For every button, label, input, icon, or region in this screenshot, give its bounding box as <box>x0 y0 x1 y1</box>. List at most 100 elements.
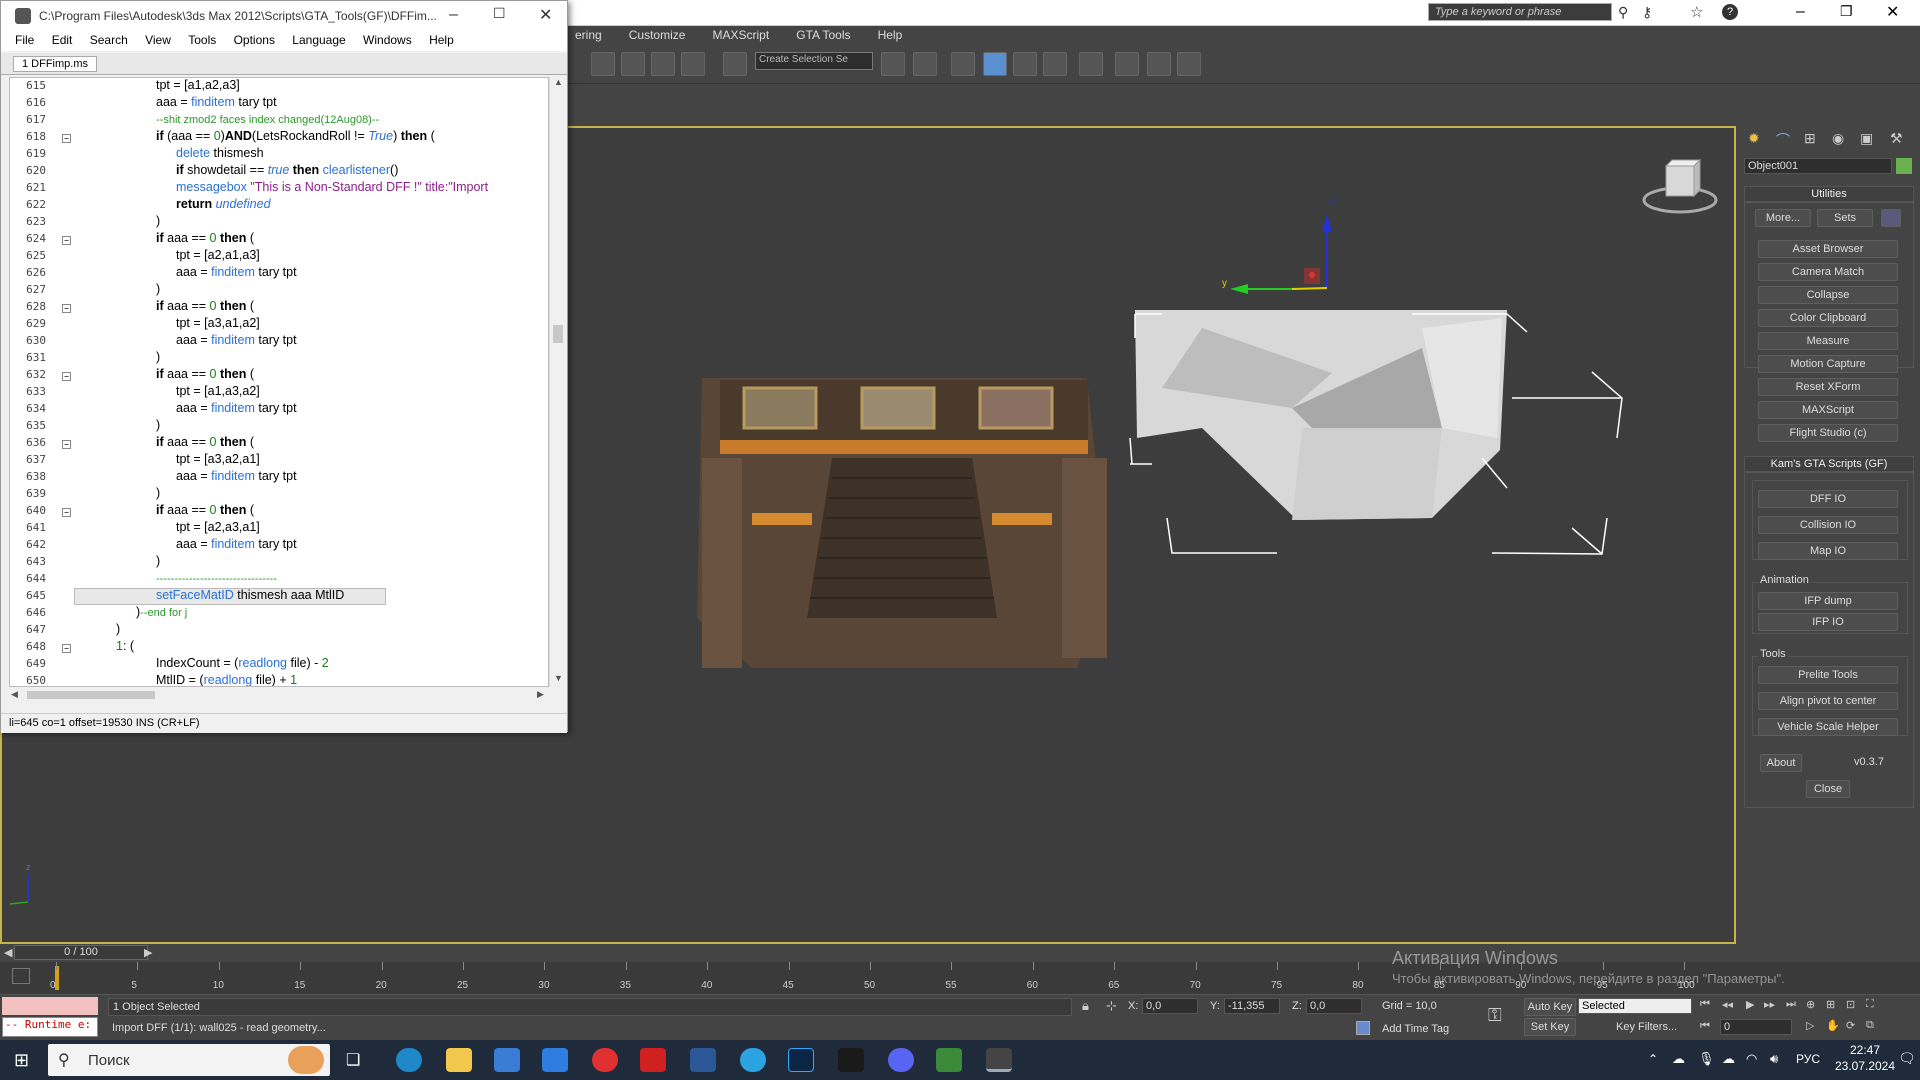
key-icon[interactable]: ⚷ <box>1642 4 1652 21</box>
rendered-frame-icon[interactable] <box>1147 52 1171 76</box>
motion-tab-icon[interactable]: ◉ <box>1832 130 1844 147</box>
mirror-icon[interactable] <box>881 52 905 76</box>
time-next-icon[interactable]: ▶ <box>144 946 152 959</box>
schematic-view-icon[interactable] <box>1043 52 1067 76</box>
code-area[interactable]: 615 616 617 618 619 620 621 622 623 624 625 626 627 6… <box>9 77 549 687</box>
key-mode-toggle-icon[interactable]: ⏮ <box>1700 1020 1710 1033</box>
key-filters-button[interactable]: Key Filters... <box>1616 1021 1677 1033</box>
vehicle-scale-helper-button[interactable]: Vehicle Scale Helper <box>1758 718 1898 736</box>
3ds-max-icon[interactable] <box>986 1048 1012 1072</box>
close-button[interactable]: Close <box>1806 780 1850 798</box>
layer-manager-icon[interactable] <box>951 52 975 76</box>
configure-sets-icon[interactable] <box>1881 209 1901 227</box>
file-explorer-icon[interactable] <box>446 1048 472 1072</box>
play-icon[interactable]: ▶ <box>1746 998 1754 1011</box>
color-clipboard-button[interactable]: Color Clipboard <box>1758 309 1898 327</box>
vertical-scroll-thumb[interactable] <box>553 325 563 343</box>
add-time-tag-icon[interactable] <box>1356 1021 1370 1035</box>
key-mode-icon[interactable]: ⚿ <box>1488 1005 1502 1026</box>
selection-set-dropdown[interactable]: Create Selection Se <box>755 52 873 70</box>
store-icon[interactable] <box>494 1048 520 1072</box>
editor-maximize-icon[interactable]: ☐ <box>493 5 506 22</box>
tray-cloud-icon[interactable]: ☁ <box>1672 1051 1685 1067</box>
search-box[interactable]: Type a keyword or phrase <box>1428 3 1612 21</box>
word-icon[interactable] <box>690 1048 716 1072</box>
hierarchy-tab-icon[interactable]: ⊞ <box>1804 130 1816 147</box>
discord-icon[interactable] <box>888 1048 914 1072</box>
editor-menu-tools[interactable]: Tools <box>181 31 223 49</box>
edge-icon[interactable] <box>396 1048 422 1072</box>
maxscript-mini-listener[interactable] <box>2 997 98 1015</box>
align-pivot-button[interactable]: Align pivot to center <box>1758 692 1898 710</box>
current-frame-field[interactable]: 0 <box>1720 1019 1792 1035</box>
absolute-mode-icon[interactable]: ⊹ <box>1106 998 1117 1014</box>
orbit-icon[interactable]: ⟳ <box>1846 1019 1855 1032</box>
fold-marker[interactable]: − <box>62 508 71 517</box>
ifp-io-button[interactable]: IFP IO <box>1758 613 1898 631</box>
yandex-icon[interactable] <box>640 1048 666 1072</box>
goto-start-icon[interactable]: ⏮ <box>1700 998 1710 1011</box>
collapse-button[interactable]: Collapse <box>1758 286 1898 304</box>
menu-help[interactable]: Help <box>866 26 915 44</box>
utilities-tab-icon[interactable]: ⚒ <box>1890 130 1903 147</box>
prev-frame-icon[interactable]: ◂◂ <box>1722 998 1733 1011</box>
pan-icon[interactable]: ✋ <box>1826 1019 1840 1032</box>
auto-key-button[interactable]: Auto Key <box>1524 998 1576 1016</box>
taskbar-search[interactable]: ⚲ Поиск <box>48 1044 330 1076</box>
tray-volume-icon[interactable]: 🔊︎ <box>1770 1051 1778 1067</box>
camera-match-button[interactable]: Camera Match <box>1758 263 1898 281</box>
tray-wifi-icon[interactable]: ◠ <box>1746 1051 1757 1067</box>
angle-snap-icon[interactable] <box>621 52 645 76</box>
field-of-view-icon[interactable]: ▷ <box>1806 1019 1814 1032</box>
runtime-error-field[interactable]: -- Runtime e: <box>2 1017 98 1037</box>
start-icon[interactable]: ⊞ <box>14 1050 29 1071</box>
notification-icon[interactable]: 🗨︎ <box>1898 1050 1916 1067</box>
maximize-icon[interactable]: ❐ <box>1840 3 1853 20</box>
zoom-extents-icon[interactable]: ⊡ <box>1846 998 1855 1011</box>
fold-marker[interactable]: − <box>62 236 71 245</box>
editor-minimize-icon[interactable]: – <box>449 6 458 24</box>
next-frame-icon[interactable]: ▸▸ <box>1764 998 1775 1011</box>
zoom-all-icon[interactable]: ⊞ <box>1826 998 1835 1011</box>
tray-language[interactable]: РУС <box>1796 1052 1820 1066</box>
edit-named-selection-icon[interactable] <box>723 52 747 76</box>
object-name-field[interactable]: Object001 <box>1744 158 1892 174</box>
maximize-toggle-icon[interactable]: ⧉ <box>1866 1019 1874 1032</box>
material-editor-icon[interactable] <box>1079 52 1103 76</box>
curve-editor-mini-icon[interactable] <box>12 968 30 984</box>
img-editor-icon[interactable] <box>936 1048 962 1072</box>
modify-tab-icon[interactable]: ⌒ <box>1776 130 1790 150</box>
object-color-swatch[interactable] <box>1896 158 1912 174</box>
graphite-ribbon-icon[interactable] <box>983 52 1007 76</box>
z-coordinate-field[interactable]: 0,0 <box>1306 998 1362 1014</box>
flight-studio-button[interactable]: Flight Studio (c) <box>1758 424 1898 442</box>
maximize-viewport-icon[interactable]: ⛶ <box>1866 998 1874 1011</box>
spinner-snap-icon[interactable] <box>681 52 705 76</box>
menu-maxscript[interactable]: MAXScript <box>701 26 782 44</box>
more-button[interactable]: More... <box>1755 209 1811 227</box>
scroll-down-icon[interactable]: ▼ <box>554 673 563 683</box>
ifp-dump-button[interactable]: IFP dump <box>1758 592 1898 610</box>
help-icon[interactable]: ? <box>1722 4 1738 20</box>
time-prev-icon[interactable]: ◀ <box>4 946 12 959</box>
menu-gta-tools[interactable]: GTA Tools <box>784 26 862 44</box>
display-tab-icon[interactable]: ▣ <box>1860 130 1873 147</box>
curve-editor-icon[interactable] <box>1013 52 1037 76</box>
lock-icon[interactable]: 🔒︎ <box>1082 998 1089 1014</box>
star-icon[interactable]: ☆ <box>1690 3 1703 21</box>
key-mode-dropdown[interactable]: Selected <box>1578 998 1692 1014</box>
editor-menu-search[interactable]: Search <box>83 31 135 49</box>
menu-customize[interactable]: Customize <box>617 26 698 44</box>
collision-io-button[interactable]: Collision IO <box>1758 516 1898 534</box>
fold-marker[interactable]: − <box>62 134 71 143</box>
measure-button[interactable]: Measure <box>1758 332 1898 350</box>
create-tab-icon[interactable]: ✹ <box>1748 130 1760 147</box>
dff-io-button[interactable]: DFF IO <box>1758 490 1898 508</box>
editor-menu-file[interactable]: File <box>1 31 41 49</box>
tray-onedrive-icon[interactable]: ☁ <box>1722 1051 1735 1067</box>
y-coordinate-field[interactable]: -11,355 <box>1224 998 1280 1014</box>
scroll-left-icon[interactable]: ◀ <box>11 689 18 700</box>
editor-close-icon[interactable]: ✕ <box>539 5 552 25</box>
render-production-icon[interactable] <box>1177 52 1201 76</box>
asset-browser-button[interactable]: Asset Browser <box>1758 240 1898 258</box>
